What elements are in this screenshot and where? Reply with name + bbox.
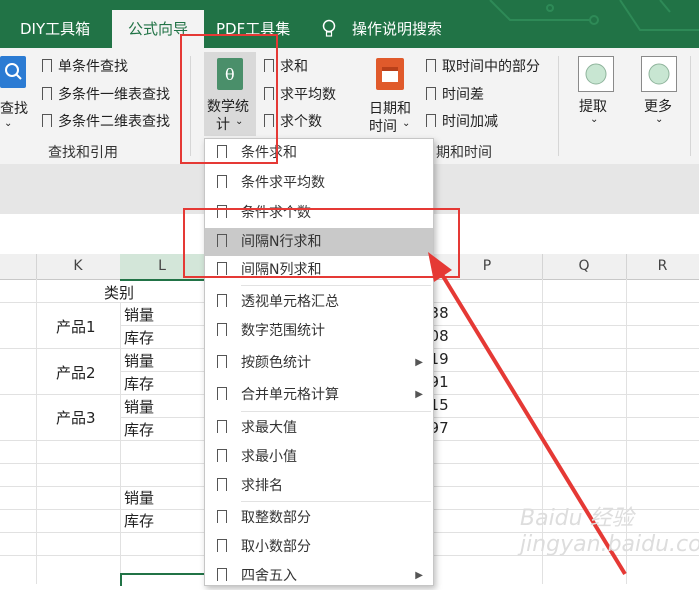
annotation-arrow	[428, 252, 627, 576]
watermark: Baidu 经验 jingyan.baidu.com	[520, 506, 699, 557]
